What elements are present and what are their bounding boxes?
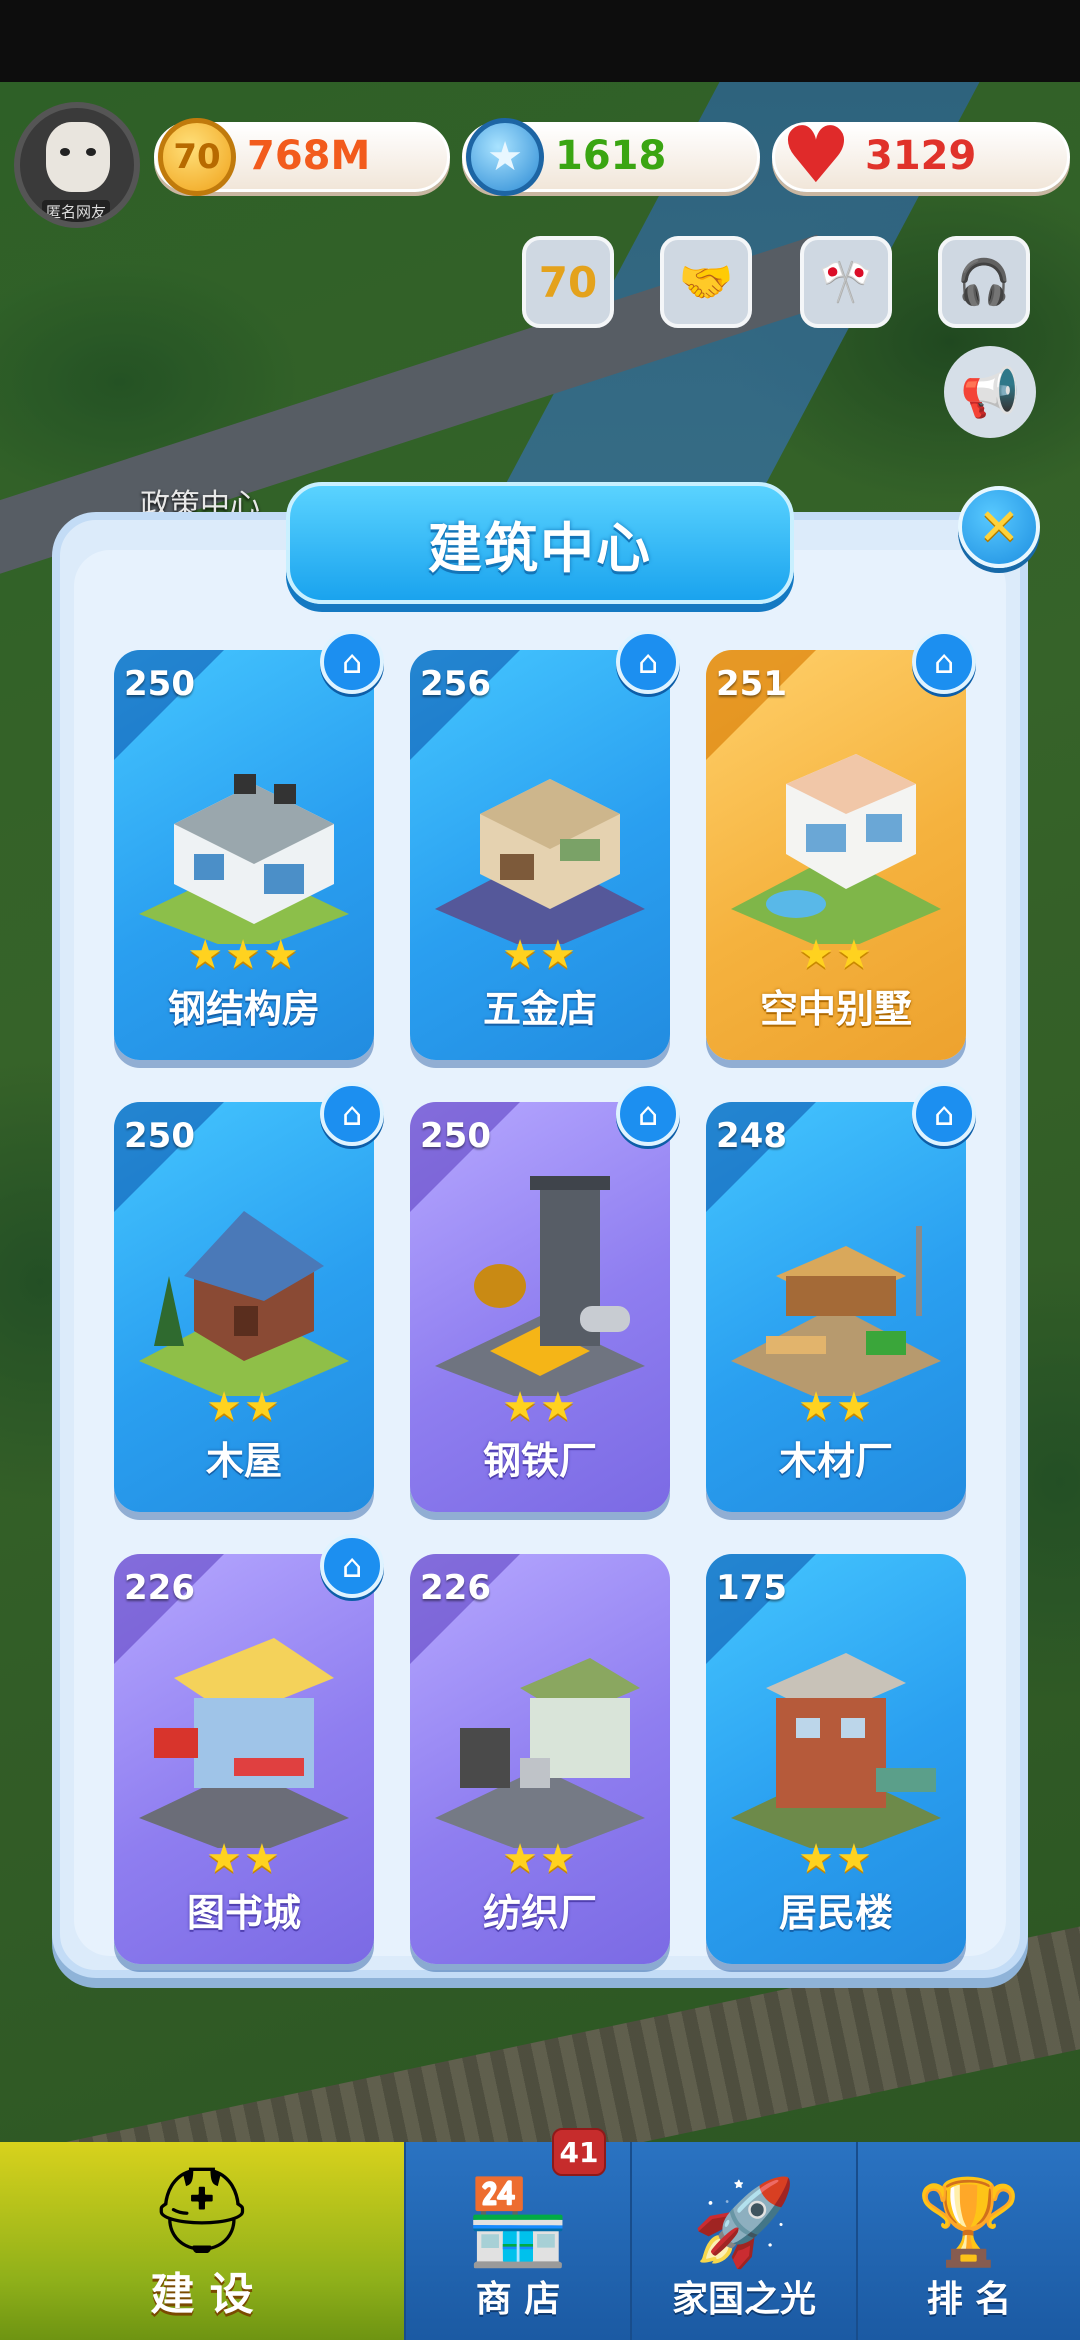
residential-building-illustration (731, 1653, 941, 1848)
flag-event-button[interactable]: 🎌 (800, 236, 892, 328)
building-name: 钢结构房 (167, 987, 320, 1031)
star-gem-icon: ★ (466, 118, 544, 196)
status-bar (0, 0, 1080, 82)
close-icon: ✕ (978, 498, 1020, 556)
building-level: 250 (124, 664, 195, 704)
handshake-icon: 🤝 (678, 257, 734, 308)
building-card-hardware-store[interactable]: 256 ★★ 五金店 (410, 650, 670, 1060)
building-name: 纺织厂 (482, 1891, 597, 1935)
home-badge-icon[interactable]: ⌂ (616, 630, 680, 694)
star-rating: ★★★ (187, 932, 301, 978)
heart-value: 3129 (865, 133, 977, 179)
star-rating: ★★ (206, 1384, 282, 1430)
star-rating: ★★ (798, 1384, 874, 1430)
customer-service-button[interactable]: 🎧 (938, 236, 1030, 328)
close-button[interactable]: ✕ (958, 486, 1040, 568)
panel-title-banner: 建筑中心 (286, 482, 794, 604)
rocket-icon: 🚀 (691, 2173, 797, 2271)
home-badge-icon[interactable]: ⌂ (912, 1082, 976, 1146)
building-level: 250 (124, 1116, 195, 1156)
nav-ranking[interactable]: 🏆 排 名 (856, 2142, 1080, 2340)
lumber-mill-illustration (731, 1226, 941, 1396)
star-rating: ★★ (502, 1836, 578, 1882)
building-name: 木屋 (205, 1439, 282, 1483)
building-name: 居民楼 (778, 1891, 893, 1935)
shop-icon: 🏪 (465, 2173, 571, 2271)
building-level: 248 (716, 1116, 787, 1156)
home-badge-icon[interactable]: ⌂ (616, 1082, 680, 1146)
nav-home-glory-label: 家国之光 (671, 2279, 816, 2320)
nav-build-label: 建 设 (150, 2269, 254, 2320)
home-badge-icon[interactable]: ⌂ (320, 1534, 384, 1598)
building-level: 226 (420, 1568, 491, 1608)
building-card-textile-mill[interactable]: 226 ★★ 纺织厂 (410, 1554, 670, 1964)
sky-villa-illustration (731, 754, 941, 944)
nav-ranking-label: 排 名 (926, 2279, 1012, 2320)
anniversary-icon: 70 (538, 257, 598, 307)
ranking-icon: 🏆 (916, 2173, 1022, 2271)
book-city-illustration (139, 1638, 349, 1848)
building-level: 256 (420, 664, 491, 704)
nav-build[interactable]: ⛑ 建 设 (0, 2142, 404, 2340)
hard-hat-icon: ⛑ (148, 2161, 256, 2259)
building-card-steel-mill[interactable]: 250 ★★ 钢铁厂 (410, 1102, 670, 1512)
steel-mill-illustration (435, 1176, 645, 1396)
coin-icon: 70 (158, 118, 236, 196)
nav-home-glory[interactable]: 🚀 家国之光 (630, 2142, 856, 2340)
building-card-steel-house[interactable]: 250 ★★★ 钢结构房 (114, 650, 374, 1060)
home-badge-icon[interactable]: ⌂ (320, 630, 384, 694)
customer-service-icon: 🎧 (956, 257, 1012, 308)
panel-title: 建筑中心 (428, 516, 652, 580)
avatar-tag: 匿名网友 (42, 200, 111, 222)
building-card-sky-villa[interactable]: 251 ★★ 空中别墅 (706, 650, 966, 1060)
handshake-event-button[interactable]: 🤝 (660, 236, 752, 328)
building-name: 图书城 (186, 1891, 301, 1935)
star-rating: ★★ (206, 1836, 282, 1882)
gem-value: 1618 (555, 133, 667, 179)
building-name: 木材厂 (778, 1439, 893, 1483)
building-card-book-city[interactable]: 226 ★★ 图书城 (114, 1554, 374, 1964)
steel-house-illustration (139, 774, 349, 944)
star-rating: ★★ (798, 1836, 874, 1882)
building-level: 251 (716, 664, 787, 704)
megaphone-icon: 📢 (960, 364, 1020, 421)
nav-shop-label: 商 店 (475, 2279, 561, 2320)
player-avatar[interactable]: 匿名网友 (14, 102, 140, 228)
bottom-navigation: ⛑ 建 设 🏪 商 店 🚀 家国之光 🏆 排 名 (0, 2142, 1080, 2340)
shop-notification-badge: 41 (552, 2128, 606, 2176)
building-name: 钢铁厂 (482, 1439, 597, 1483)
building-level: 226 (124, 1568, 195, 1608)
building-card-lumber-mill[interactable]: 248 ★★ 木材厂 (706, 1102, 966, 1512)
flag-event-icon: 🎌 (818, 257, 874, 308)
building-name: 空中别墅 (759, 987, 912, 1031)
megaphone-button[interactable]: 📢 (944, 346, 1036, 438)
home-badge-icon[interactable]: ⌂ (912, 630, 976, 694)
building-name: 五金店 (482, 987, 597, 1031)
hardware-store-illustration (435, 779, 645, 944)
home-badge-icon[interactable]: ⌂ (320, 1082, 384, 1146)
building-level: 250 (420, 1116, 491, 1156)
coin-value: 768M (247, 133, 371, 179)
star-rating: ★★ (502, 932, 578, 978)
anniversary-event-button[interactable]: 70 (522, 236, 614, 328)
textile-mill-illustration (435, 1658, 645, 1848)
building-level: 175 (716, 1568, 787, 1608)
star-rating: ★★ (798, 932, 874, 978)
building-card-log-cabin[interactable]: 250 ★★ 木屋 (114, 1102, 374, 1512)
avatar-face (46, 122, 110, 192)
heart-icon: ♥ (781, 111, 851, 201)
star-rating: ★★ (502, 1384, 578, 1430)
log-cabin-illustration (139, 1211, 349, 1396)
building-card-residential-building[interactable]: 175 ★★ 居民楼 (706, 1554, 966, 1964)
